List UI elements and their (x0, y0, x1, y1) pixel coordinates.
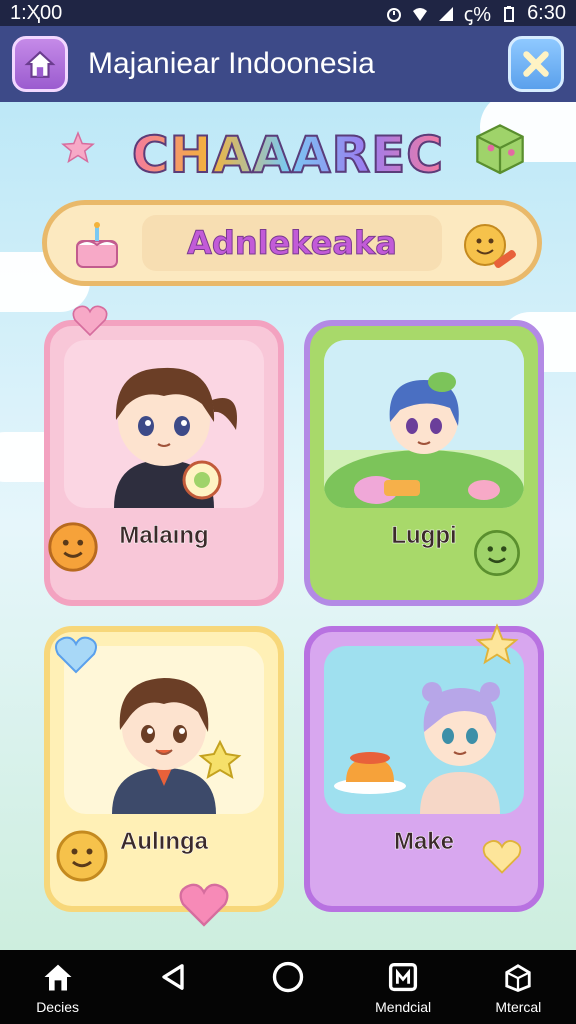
home-button[interactable] (12, 36, 68, 92)
close-button[interactable] (508, 36, 564, 92)
nav-label: Mendcial (375, 999, 432, 1015)
heart-icon (482, 840, 522, 874)
character-illustration (334, 682, 500, 814)
close-icon (523, 51, 549, 77)
character-name: Lugpi (391, 522, 457, 550)
status-right-time: 6:30 (527, 1, 566, 24)
heart-icon (72, 305, 108, 337)
character-portrait (324, 646, 524, 814)
nav-label: Mtercal (495, 999, 542, 1015)
heart-icon (55, 636, 97, 674)
nav-item-recent[interactable]: Mendcial (353, 959, 453, 1015)
home-icon (24, 50, 56, 78)
heart-icon (179, 883, 229, 927)
banner[interactable]: Adnlekeaka (42, 200, 542, 286)
character-name: Malaıng (119, 522, 209, 550)
nav-bar: Decies Mendcial Mtercal (0, 950, 576, 1024)
banner-text: Adnlekeaka (142, 215, 442, 271)
star-icon (475, 623, 519, 665)
nav-item-home[interactable] (238, 959, 338, 1015)
character-portrait (64, 340, 264, 508)
signal-icon (438, 5, 454, 21)
nav-item-devices[interactable]: Decies (8, 959, 108, 1015)
character-name: Aulınga (120, 828, 209, 856)
status-time: 1:Ҳ00 (10, 1, 63, 24)
back-icon (162, 964, 184, 990)
alarm-icon (386, 5, 402, 22)
wifi-icon (412, 5, 428, 21)
heading-text: CHAAAREC (131, 125, 444, 185)
smiley-icon (464, 224, 516, 268)
cube-icon (476, 124, 524, 175)
character-illustration (324, 340, 524, 508)
cake-icon (76, 222, 118, 268)
status-icons: ꞔ% 6:30 (386, 0, 566, 27)
app-bar: Majaniear Indoonesia (0, 26, 576, 102)
cube-icon (505, 964, 531, 993)
nav-item-back[interactable] (123, 959, 223, 1015)
star-icon (61, 130, 95, 164)
battery-icon (501, 5, 517, 22)
home-icon (44, 964, 72, 991)
home-circle-icon (272, 961, 304, 993)
battery-text: ꞔ% (463, 3, 492, 26)
recent-apps-icon (389, 962, 418, 992)
character-portrait (324, 340, 524, 508)
character-name: Make (393, 828, 455, 856)
status-bar: 1:Ҳ00 ꞔ% 6:30 (0, 0, 576, 26)
main-area: CHAAAREC Adnlekeaka Malaıng Lugpi Aulıng… (0, 102, 576, 950)
app-title: Majaniear Indoonesia (88, 47, 375, 80)
character-illustration (114, 367, 237, 508)
smiley-icon (56, 830, 108, 882)
page-heading: CHAAAREC (118, 120, 458, 190)
nav-item-material[interactable]: Mtercal (468, 959, 568, 1015)
smiley-icon (48, 522, 98, 572)
nav-label: Decies (36, 999, 79, 1015)
smiley-icon (474, 530, 520, 576)
